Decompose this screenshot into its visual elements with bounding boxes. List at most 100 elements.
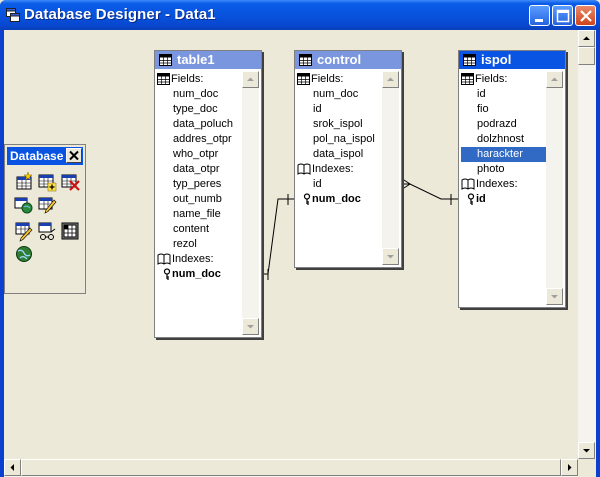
table-header-control[interactable]: control xyxy=(295,51,401,69)
table-scrollbar[interactable] xyxy=(382,71,399,265)
minimize-icon xyxy=(535,19,543,22)
browse-table-button[interactable] xyxy=(59,220,81,242)
remote-view-button[interactable] xyxy=(13,243,35,265)
index-item[interactable]: id xyxy=(313,177,322,192)
arrow-down-icon xyxy=(387,255,394,259)
table-icon xyxy=(299,54,312,66)
fields-icon xyxy=(461,73,474,86)
index-item[interactable]: id xyxy=(467,192,486,207)
remove-table-icon xyxy=(61,174,80,191)
edit-stored-procedures-icon xyxy=(15,222,33,242)
toolbar-close-button[interactable] xyxy=(66,148,82,163)
table-icon xyxy=(159,54,172,66)
scroll-up-button[interactable] xyxy=(546,71,563,88)
field-item[interactable]: num_doc xyxy=(173,87,218,102)
remove-table-button[interactable] xyxy=(59,171,81,193)
field-item[interactable]: rezol xyxy=(173,237,197,252)
new-table-button[interactable] xyxy=(13,171,35,193)
arrow-up-icon xyxy=(551,77,558,81)
index-item[interactable]: num_doc xyxy=(163,267,221,282)
scrollbar-corner xyxy=(578,459,596,477)
scroll-down-button[interactable] xyxy=(546,288,563,305)
title-bar[interactable]: Database Designer - Data1 xyxy=(0,0,600,30)
arrow-down-icon xyxy=(583,449,590,453)
edit-stored-procedures-button[interactable] xyxy=(13,220,35,242)
add-view-button[interactable] xyxy=(13,194,35,216)
field-item[interactable]: fio xyxy=(477,102,489,117)
scroll-up-button[interactable] xyxy=(578,30,595,47)
table-scrollbar[interactable] xyxy=(242,71,259,335)
table-name: ispol xyxy=(481,52,512,67)
field-item[interactable]: id xyxy=(313,102,322,117)
relation-line-table1-control[interactable] xyxy=(262,194,294,280)
fields-icon xyxy=(297,73,310,86)
horizontal-scrollbar[interactable] xyxy=(4,459,578,477)
scroll-left-button[interactable] xyxy=(4,459,21,476)
vertical-scroll-thumb[interactable] xyxy=(578,47,595,65)
field-item[interactable]: num_doc xyxy=(313,87,358,102)
field-item[interactable]: typ_peres xyxy=(173,177,221,192)
field-item[interactable]: dolzhnost xyxy=(477,132,524,147)
arrow-up-icon xyxy=(583,36,590,40)
maximize-button[interactable] xyxy=(552,5,573,26)
field-item[interactable]: pol_na_ispol xyxy=(313,132,375,147)
scroll-down-button[interactable] xyxy=(242,318,259,335)
field-item[interactable]: addres_otpr xyxy=(173,132,232,147)
field-item[interactable]: name_file xyxy=(173,207,221,222)
fields-icon xyxy=(157,73,170,86)
table-box-table1[interactable]: table1 Fields: num_doc type_doc data_pol… xyxy=(154,50,262,338)
table-box-ispol[interactable]: ispol Fields: id fio podrazd dolzhnost h… xyxy=(458,50,566,308)
connections-button[interactable] xyxy=(36,220,58,242)
designer-canvas[interactable]: table1 Fields: num_doc type_doc data_pol… xyxy=(4,30,596,477)
indexes-heading: Indexes: xyxy=(157,252,214,267)
indexes-icon xyxy=(297,163,311,176)
field-item[interactable]: out_numb xyxy=(173,192,222,207)
scroll-up-button[interactable] xyxy=(242,71,259,88)
field-item[interactable]: data_otpr xyxy=(173,162,219,177)
field-item[interactable]: photo xyxy=(477,162,505,177)
scroll-right-button[interactable] xyxy=(561,459,578,476)
add-table-button[interactable] xyxy=(36,171,58,193)
field-item[interactable]: type_doc xyxy=(173,102,218,117)
field-item[interactable]: data_ispol xyxy=(313,147,363,162)
database-toolbar[interactable]: Database xyxy=(4,144,86,294)
table-fields-list[interactable]: Fields: id fio podrazd dolzhnost harackt… xyxy=(461,71,548,305)
indexes-icon xyxy=(461,178,475,191)
maximize-icon xyxy=(556,9,570,23)
indexes-heading: Indexes: xyxy=(297,162,354,177)
modify-table-icon xyxy=(38,197,57,214)
modify-table-button[interactable] xyxy=(36,194,58,216)
field-item-selected[interactable]: harackter xyxy=(461,147,548,162)
remote-view-icon xyxy=(16,246,32,262)
new-table-icon xyxy=(16,171,33,190)
database-designer-window: Database Designer - Data1 table1 Fields:… xyxy=(0,0,600,477)
table-name: control xyxy=(317,52,362,67)
arrow-right-icon xyxy=(568,464,572,471)
table-fields-list[interactable]: Fields: num_doc type_doc data_poluch add… xyxy=(157,71,242,335)
add-table-icon xyxy=(38,174,57,192)
arrow-left-icon xyxy=(10,464,14,471)
field-item[interactable]: podrazd xyxy=(477,117,517,132)
field-item[interactable]: id xyxy=(477,87,486,102)
table-box-control[interactable]: control Fields: num_doc id srok_ispol po… xyxy=(294,50,402,268)
minimize-button[interactable] xyxy=(529,5,550,26)
relation-line-control-ispol[interactable] xyxy=(402,179,458,205)
key-icon xyxy=(303,193,311,205)
field-item[interactable]: srok_ispol xyxy=(313,117,363,132)
scroll-down-button[interactable] xyxy=(382,248,399,265)
table-header-table1[interactable]: table1 xyxy=(155,51,261,69)
vertical-scrollbar[interactable] xyxy=(578,30,596,459)
field-item[interactable]: data_poluch xyxy=(173,117,233,132)
scroll-up-button[interactable] xyxy=(382,71,399,88)
scroll-down-button[interactable] xyxy=(578,442,595,459)
field-item[interactable]: content xyxy=(173,222,209,237)
table-scrollbar[interactable] xyxy=(546,71,563,305)
table-fields-list[interactable]: Fields: num_doc id srok_ispol pol_na_isp… xyxy=(297,71,382,265)
horizontal-scroll-thumb[interactable] xyxy=(21,459,561,476)
table-header-ispol[interactable]: ispol xyxy=(459,51,565,69)
arrow-down-icon xyxy=(247,325,254,329)
field-item[interactable]: who_otpr xyxy=(173,147,218,162)
close-button[interactable] xyxy=(575,5,596,26)
toolbar-title-bar[interactable]: Database xyxy=(7,147,83,165)
index-item[interactable]: num_doc xyxy=(303,192,361,207)
